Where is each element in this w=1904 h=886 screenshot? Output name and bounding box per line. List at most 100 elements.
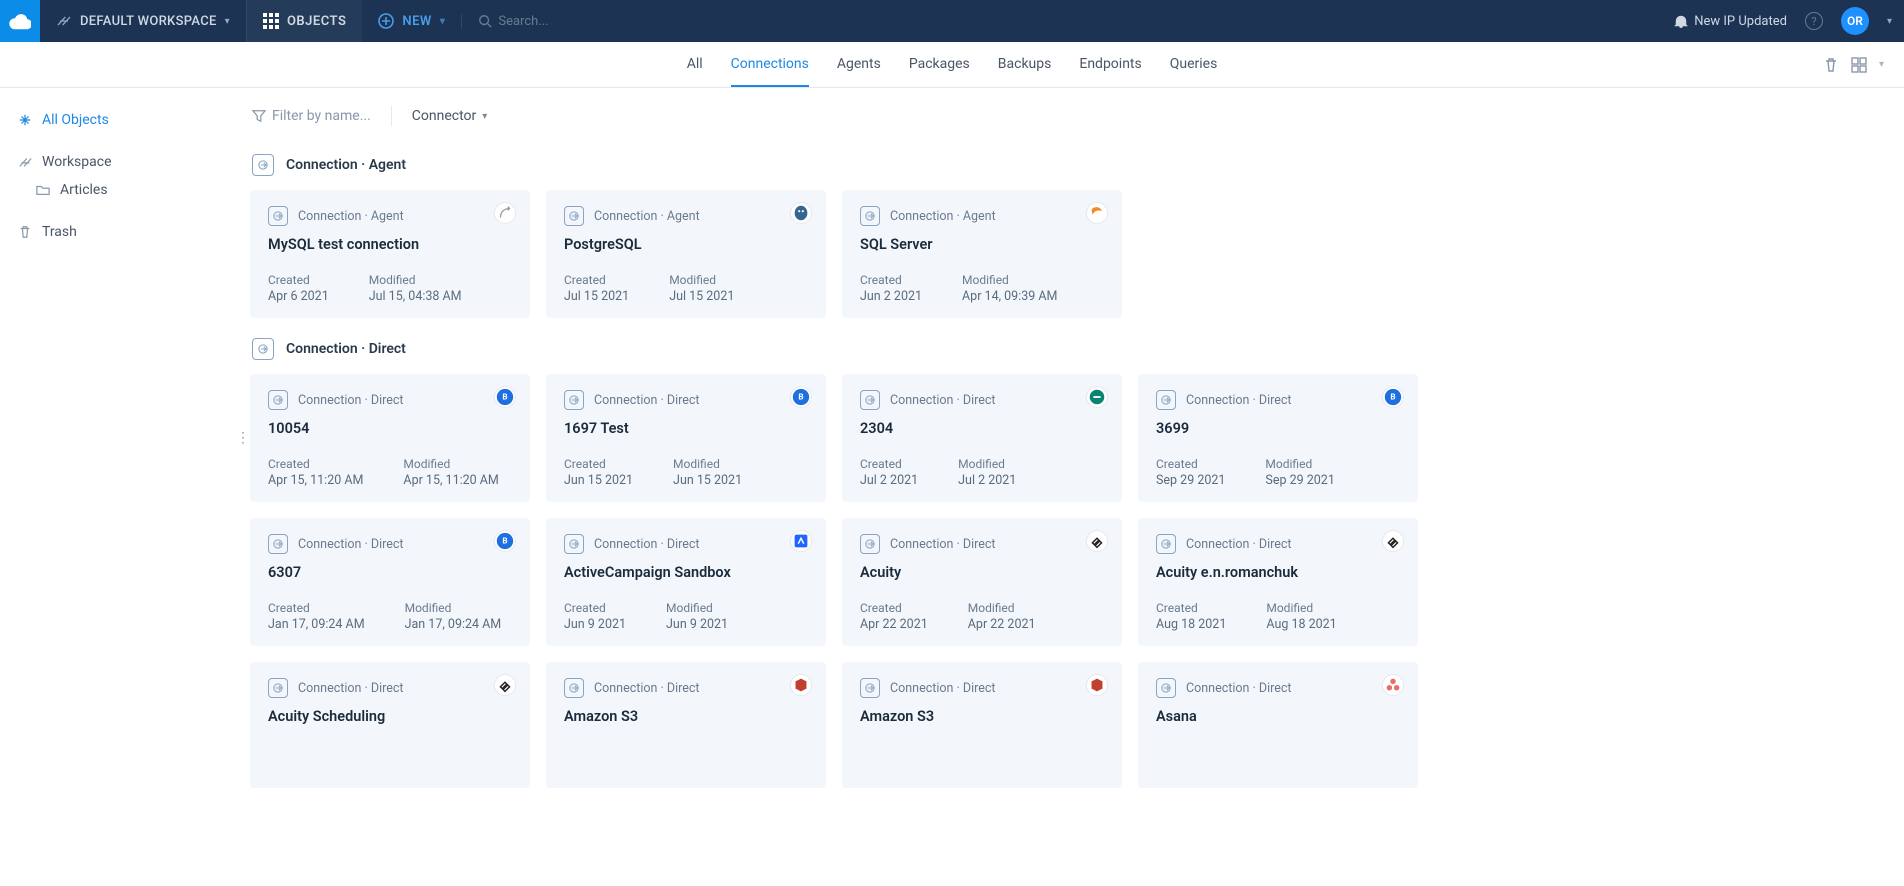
connection-card[interactable]: Connection · AgentSQL ServerCreatedJun 2… [842,190,1122,318]
card-type-row: Connection · Direct [564,534,808,554]
chevron-down-icon[interactable]: ▾ [1887,16,1892,27]
chevron-down-icon[interactable]: ▾ [1879,59,1884,70]
card-grid: ⋮Connection · Direct10054CreatedApr 15, … [250,374,1874,788]
connector-badge-squarespace [1086,530,1108,552]
trash-icon[interactable] [1823,57,1839,73]
tab-agents[interactable]: Agents [837,42,881,87]
tab-all[interactable]: All [687,42,703,87]
workspace-selector[interactable]: DEFAULT WORKSPACE ▾ [40,0,247,42]
tab-endpoints[interactable]: Endpoints [1079,42,1141,87]
connection-icon [860,206,880,226]
connection-card[interactable]: Connection · Direct 3699 CreatedSep 29 202… [1138,374,1418,502]
connection-icon [564,534,584,554]
connector-badge-big-blue: B [494,386,516,408]
card-type: Connection · Direct [1186,393,1292,408]
card-type-row: Connection · Direct [268,534,512,554]
connection-card[interactable]: Connection · DirectAmazon S3 [546,662,826,788]
connection-card[interactable]: Connection · Direct6307CreatedJan 17, 09… [250,518,530,646]
help-button[interactable]: ? [1805,12,1823,30]
layout-grid-icon[interactable] [1851,57,1867,73]
connection-card[interactable]: Connection · DirectAcuity Scheduling [250,662,530,788]
card-meta: CreatedAug 18 2021ModifiedAug 18 2021 [1156,601,1400,632]
card-meta: CreatedApr 22 2021ModifiedApr 22 2021 [860,601,1104,632]
connection-icon [860,390,880,410]
connection-card[interactable]: Connection · DirectAcuity e.n.romanchukC… [1138,518,1418,646]
modified-value: Aug 18 2021 [1266,617,1336,632]
connection-card[interactable]: ⋮Connection · Direct10054CreatedApr 15, … [250,374,530,502]
sidebar-workspace[interactable]: Workspace [14,148,226,176]
connector-badge-s3 [790,674,812,696]
card-title: Acuity e.n.romanchuk [1156,564,1400,581]
sidebar-label: All Objects [42,112,109,128]
connection-card[interactable]: Connection · DirectAsana [1138,662,1418,788]
nav-new[interactable]: NEW ▾ [362,0,461,42]
connection-card[interactable]: Connection · DirectAcuityCreatedApr 22 2… [842,518,1122,646]
card-meta: CreatedJun 9 2021ModifiedJun 9 2021 [564,601,808,632]
modified-value: Apr 14, 09:39 AM [962,289,1057,304]
card-type-row: Connection · Direct [860,534,1104,554]
tab-connections[interactable]: Connections [731,42,809,87]
modified-label: Modified [968,601,1036,615]
connection-card[interactable]: Connection · Direct2304CreatedJul 2 2021… [842,374,1122,502]
topbar: DEFAULT WORKSPACE ▾ OBJECTS NEW ▾ New IP… [0,0,1904,42]
modified-value: Jul 2 2021 [958,473,1016,488]
card-title: 2304 [860,420,1104,437]
card-title: Acuity Scheduling [268,708,512,725]
filter-by-name[interactable]: Filter by name... [252,108,371,124]
sidebar-label: Trash [42,224,77,240]
created-value: Aug 18 2021 [1156,617,1226,632]
card-title: 3699 [1156,420,1400,437]
app-logo[interactable] [0,0,40,42]
card-title: SQL Server [860,236,1104,253]
tab-backups[interactable]: Backups [998,42,1052,87]
chevron-down-icon: ▾ [225,16,230,27]
search-input[interactable] [498,14,758,29]
created-value: Jun 15 2021 [564,473,633,488]
connection-card[interactable]: Connection · AgentMySQL test connectionC… [250,190,530,318]
connection-card[interactable]: Connection · DirectAmazon S3 [842,662,1122,788]
created-label: Created [860,457,918,471]
card-meta: CreatedJun 2 2021ModifiedApr 14, 09:39 A… [860,273,1104,304]
card-type: Connection · Agent [298,209,404,224]
trash-icon [18,225,32,239]
user-avatar[interactable]: OR [1841,7,1869,35]
connection-icon [1156,678,1176,698]
nav-objects[interactable]: OBJECTS [247,0,362,42]
section-header: Connection · Agent [252,154,1874,176]
connection-icon [564,390,584,410]
cloud-icon [9,12,31,30]
sidebar-articles[interactable]: Articles [14,176,226,204]
modified-label: Modified [958,457,1016,471]
created-label: Created [1156,601,1226,615]
card-meta: CreatedSep 29 2021ModifiedSep 29 2021 [1156,457,1400,488]
connection-card[interactable]: Connection · AgentPostgreSQLCreatedJul 1… [546,190,826,318]
notification[interactable]: New IP Updated [1674,14,1787,29]
modified-value: Apr 15, 11:20 AM [403,473,498,488]
sidebar-trash[interactable]: Trash [14,218,226,246]
connection-card[interactable]: Connection · DirectActiveCampaign Sandbo… [546,518,826,646]
tab-packages[interactable]: Packages [909,42,970,87]
created-label: Created [860,601,928,615]
created-label: Created [1156,457,1225,471]
notification-text: New IP Updated [1694,14,1787,29]
drag-handle-icon[interactable]: ⋮ [236,430,250,446]
chevron-down-icon: ▾ [482,111,487,122]
card-type-row: Connection · Agent [268,206,512,226]
connection-icon [1156,390,1176,410]
plus-circle-icon [378,13,394,29]
nav-objects-label: OBJECTS [287,14,346,29]
global-search[interactable] [461,14,1674,29]
tab-queries[interactable]: Queries [1170,42,1218,87]
card-meta: CreatedJun 15 2021ModifiedJun 15 2021 [564,457,808,488]
card-meta: CreatedJul 15 2021ModifiedJul 15 2021 [564,273,808,304]
connection-icon [268,678,288,698]
filter-icon [252,109,266,123]
connection-icon [860,678,880,698]
sidebar-all-objects[interactable]: All Objects [14,106,226,134]
connector-badge-squarespace [1382,530,1404,552]
card-type-row: Connection · Direct [564,678,808,698]
created-value: Jul 2 2021 [860,473,918,488]
sort-selector[interactable]: Connector ▾ [412,108,488,124]
connection-card[interactable]: Connection · Direct1697 TestCreatedJun 1… [546,374,826,502]
workspace-label: DEFAULT WORKSPACE [80,14,217,29]
